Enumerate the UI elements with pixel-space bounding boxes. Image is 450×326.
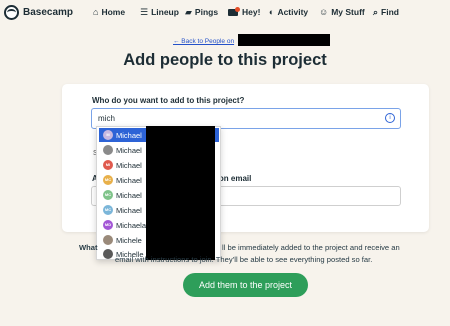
nav-find-label: Find [381,7,399,17]
dropdown-item-label: Michael [116,190,142,200]
basecamp-logo-icon [4,5,19,20]
nav-lineup-label: Lineup [151,7,179,17]
nav-my-stuff[interactable]: ☺ My Stuff [319,7,365,17]
info-note: What ll be immediately added to the proj… [79,242,429,264]
redacted-project-name [238,34,330,46]
note-line-2: email with instructions to join. They’ll… [115,255,373,264]
top-nav: Basecamp ⌂ Home ☰ Lineup ▰ Pings Hey! ◐ … [0,0,450,26]
dropdown-item-label: Michael [116,205,142,215]
nav-hey-label: Hey! [242,7,261,17]
nav-hey[interactable]: Hey! [228,7,260,17]
dropdown-item-label: Michael [116,145,142,155]
nav-my-stuff-label: My Stuff [331,7,365,17]
avatar: MC [103,190,113,200]
page-title: Add people to this project [123,51,327,69]
nav-home-label: Home [101,7,126,17]
avatar [103,145,113,155]
avatar: M [103,130,113,140]
nav-home[interactable]: ⌂ Home [93,7,125,17]
nav-pings[interactable]: ▰ Pings [185,7,218,17]
dropdown-item-label: Michaela [116,220,147,230]
brand-link[interactable]: Basecamp [4,5,73,20]
hey-icon [228,7,240,17]
nav-activity-label: Activity [277,7,309,17]
avatar: MD [103,220,113,230]
lineup-icon: ☰ [140,6,149,17]
add-them-button[interactable]: Add them to the project [183,273,308,297]
nav-pings-label: Pings [194,7,219,17]
dropdown-item-label: Michael [116,130,142,140]
avatar: MC [103,205,113,215]
redacted-names [146,126,215,260]
dropdown-item-label: Michael [116,175,142,185]
nav-activity[interactable]: ◐ Activity [269,7,308,17]
back-to-people-link[interactable]: ← Back to People on [173,38,234,45]
who-label: Who do you want to add to this project? [92,96,245,105]
brand-name: Basecamp [23,7,74,18]
dropdown-item-label: Michael [116,160,142,170]
nav-lineup[interactable]: ☰ Lineup [140,7,179,17]
note-lead: What [79,243,98,252]
find-icon: ⌕ [373,6,379,17]
nav-find[interactable]: ⌕ Find [373,7,399,17]
note-line-1: ll be immediately added to the project a… [222,243,400,252]
avatar: MI [103,160,113,170]
activity-icon: ◐ [269,6,275,17]
search-input-value: mich [98,114,115,123]
my-stuff-icon: ☺ [319,6,329,17]
pings-icon: ▰ [185,6,192,17]
home-icon: ⌂ [93,6,99,17]
autocomplete-icon: i [385,113,395,123]
avatar: MC [103,175,113,185]
